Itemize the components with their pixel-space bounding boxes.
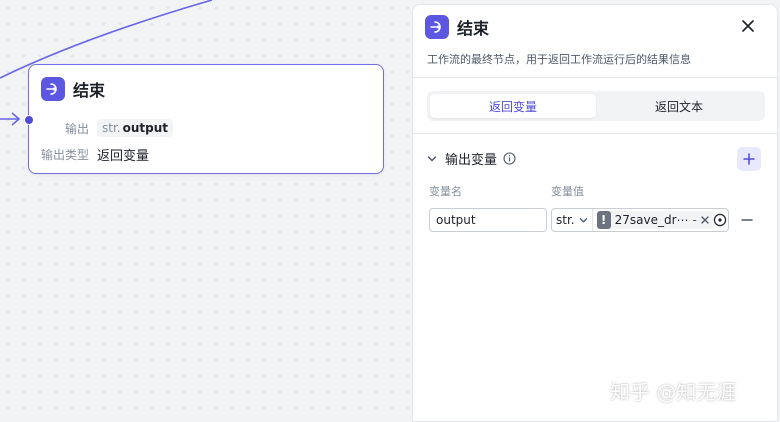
end-node-icon [425,15,449,39]
node-output-type-value: 返回变量 [97,149,150,164]
minus-icon [741,219,753,221]
chevron-down-icon [579,216,588,225]
panel-divider [413,77,777,78]
node-output-var-type: str. [102,121,121,135]
node-output-var-name: output [122,121,169,135]
variable-reference-text: 27save_dr⋯ [614,213,689,227]
node-input-port[interactable] [24,115,34,125]
column-label-value: 变量值 [551,185,584,198]
end-node-icon [41,77,65,101]
variable-type-select[interactable]: str. [552,209,593,231]
variable-name-input[interactable] [429,208,547,232]
remove-variable-button[interactable] [741,214,753,226]
variable-reference-chip[interactable]: ! 27save_dr⋯ - [596,211,713,229]
tab-return-text[interactable]: 返回文本 [596,94,762,118]
node-settings-panel: 结束 工作流的最终节点，用于返回工作流运行后的结果信息 返回变量 返回文本 输出… [412,4,778,422]
warning-icon: ! [596,211,611,229]
output-mode-tabs: 返回变量 返回文本 [427,91,765,121]
section-title: 输出变量 [445,153,498,168]
panel-header: 结束 [425,15,489,39]
info-icon[interactable] [503,152,516,165]
close-button[interactable] [739,17,757,35]
plus-icon [743,153,755,165]
chevron-down-icon[interactable] [427,154,437,164]
tab-return-variables[interactable]: 返回变量 [430,94,596,118]
node-output-tag: str. output [97,119,174,137]
node-output-label: 输出 [64,121,89,136]
variable-value-field[interactable]: str. ! 27save_dr⋯ - [551,208,729,232]
panel-title: 结束 [457,19,490,38]
watermark: 知乎 @知无涯 [610,380,737,404]
node-header: 结束 [41,77,105,101]
node-output-row: 输出 str. output [41,119,174,137]
tabs-divider [413,133,777,134]
node-output-type-label: 输出类型 [41,148,90,162]
close-icon [742,20,754,32]
chip-close-icon[interactable] [701,216,709,224]
panel-description: 工作流的最终节点，用于返回工作流运行后的结果信息 [427,53,691,66]
node-title: 结束 [73,81,106,100]
end-node[interactable]: 结束 输出 str. output 输出类型 返回变量 [24,64,384,174]
node-output-type-row: 输出类型 返回变量 [41,145,149,164]
target-icon[interactable] [713,213,727,227]
output-variables-section[interactable]: 输出变量 [427,149,516,168]
add-variable-button[interactable] [737,147,761,171]
variable-type-value: str. [556,213,575,227]
variable-reference-separator: - [692,213,697,227]
workflow-canvas[interactable]: 结束 输出 str. output 输出类型 返回变量 [0,0,412,422]
column-label-name: 变量名 [429,185,462,198]
